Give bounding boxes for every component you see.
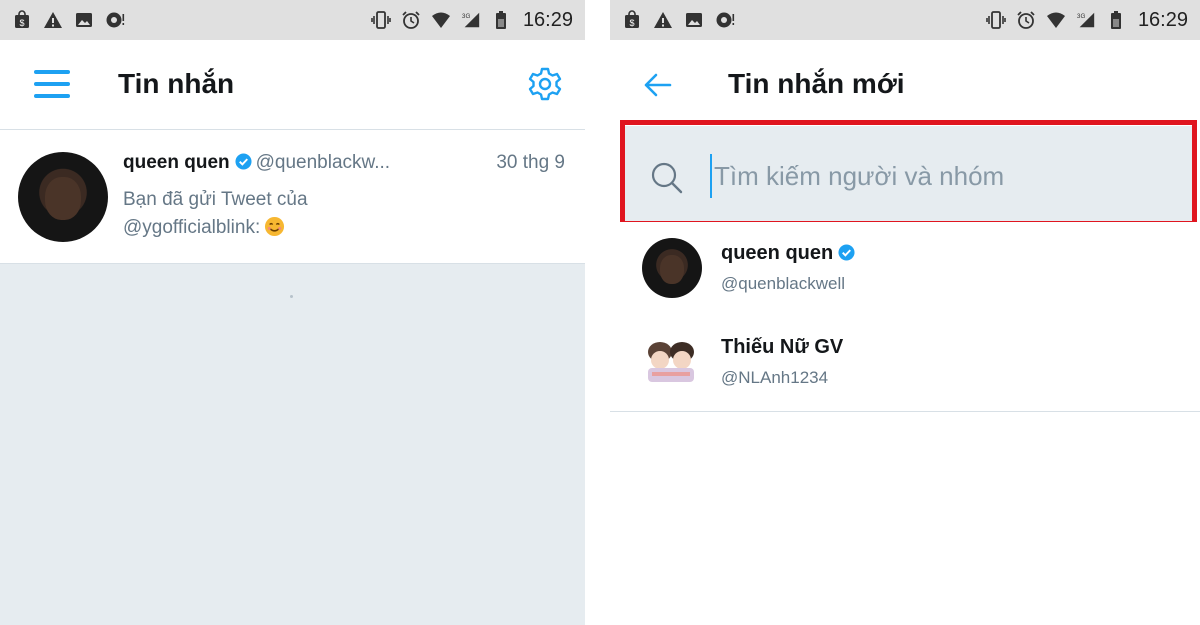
svg-text:$: $ bbox=[19, 18, 24, 28]
contact-handle: @NLAnh1234 bbox=[721, 368, 829, 387]
vibrate-icon bbox=[986, 11, 1006, 29]
preview-line: Bạn đã gửi Tweet của bbox=[123, 189, 308, 210]
preview-mention: @ygofficialblink: bbox=[123, 217, 261, 238]
shop-icon: $ bbox=[15, 10, 29, 28]
svg-text:3G: 3G bbox=[1077, 13, 1086, 20]
vibrate-icon bbox=[371, 11, 391, 29]
wifi-icon bbox=[431, 12, 450, 28]
alarm-icon bbox=[1017, 11, 1035, 29]
preview-line-2: @ygofficialblink: bbox=[123, 214, 543, 242]
new-message-screen: $ 3G 16:29 Tin nhắn mới queen quen @q bbox=[610, 0, 1200, 625]
loading-dot bbox=[290, 295, 293, 298]
verified-badge-icon bbox=[235, 153, 252, 170]
alarm-icon bbox=[402, 11, 420, 29]
menu-icon-line bbox=[34, 94, 70, 98]
status-bar: $ 3G 16:29 bbox=[0, 0, 585, 40]
svg-text:3G: 3G bbox=[462, 13, 471, 20]
app-bar: Tin nhắn mới bbox=[610, 40, 1200, 130]
shop-icon: $ bbox=[625, 10, 639, 28]
app-bar: Tin nhắn bbox=[0, 40, 585, 130]
battery-icon bbox=[1110, 11, 1121, 29]
search-icon bbox=[651, 162, 683, 194]
contact-item[interactable]: Thiếu Nữ GV @NLAnh1234 bbox=[610, 316, 1200, 412]
back-arrow-icon[interactable] bbox=[640, 68, 674, 102]
conversation-handle: @quenblackw... bbox=[255, 152, 391, 173]
conversation-date: 30 thg 9 bbox=[496, 152, 565, 173]
record-icon bbox=[106, 12, 125, 28]
record-icon bbox=[716, 12, 735, 28]
divider bbox=[585, 0, 610, 625]
menu-icon-line bbox=[34, 82, 70, 86]
conversation-header: queen quen @quenblackw... bbox=[123, 152, 390, 174]
avatar bbox=[642, 332, 702, 392]
svg-text:$: $ bbox=[629, 18, 634, 28]
smiling-emoji-icon bbox=[265, 216, 285, 237]
wifi-icon bbox=[1046, 12, 1065, 28]
contact-name: Thiếu Nữ GV bbox=[721, 336, 844, 358]
avatar bbox=[642, 238, 702, 298]
page-title: Tin nhắn mới bbox=[728, 68, 905, 99]
image-icon bbox=[76, 13, 92, 27]
conversation-item[interactable]: queen quen @quenblackw... 30 thg 9 Bạn đã… bbox=[0, 130, 585, 264]
verified-badge-icon bbox=[838, 244, 855, 261]
contact-item[interactable]: queen quen @quenblackwell bbox=[610, 222, 1200, 318]
battery-icon bbox=[495, 11, 506, 29]
contact-name: queen quen bbox=[721, 242, 834, 264]
search-bar[interactable] bbox=[622, 126, 1195, 222]
contact-handle: @quenblackwell bbox=[721, 274, 846, 293]
gear-icon[interactable] bbox=[527, 66, 563, 102]
conversation-preview: Bạn đã gửi Tweet của @ygofficialblink: bbox=[123, 186, 543, 242]
menu-icon-line bbox=[34, 70, 70, 74]
menu-button[interactable] bbox=[34, 68, 72, 100]
signal-icon: 3G bbox=[1077, 12, 1095, 28]
warning-icon bbox=[44, 12, 62, 28]
avatar bbox=[18, 152, 108, 242]
status-time: 16:29 bbox=[1137, 8, 1188, 31]
status-bar: $ 3G 16:29 bbox=[610, 0, 1200, 40]
image-icon bbox=[686, 13, 702, 27]
conversation-name: queen quen bbox=[123, 152, 230, 173]
signal-icon: 3G bbox=[462, 12, 480, 28]
messages-screen: $ 3G 16:29 Tin nhắn queen quen @quenblac… bbox=[0, 0, 585, 625]
warning-icon bbox=[654, 12, 672, 28]
search-input[interactable] bbox=[710, 154, 1170, 198]
contact-name-row: queen quen bbox=[721, 242, 859, 265]
status-time: 16:29 bbox=[522, 8, 573, 31]
page-title: Tin nhắn bbox=[118, 68, 235, 99]
